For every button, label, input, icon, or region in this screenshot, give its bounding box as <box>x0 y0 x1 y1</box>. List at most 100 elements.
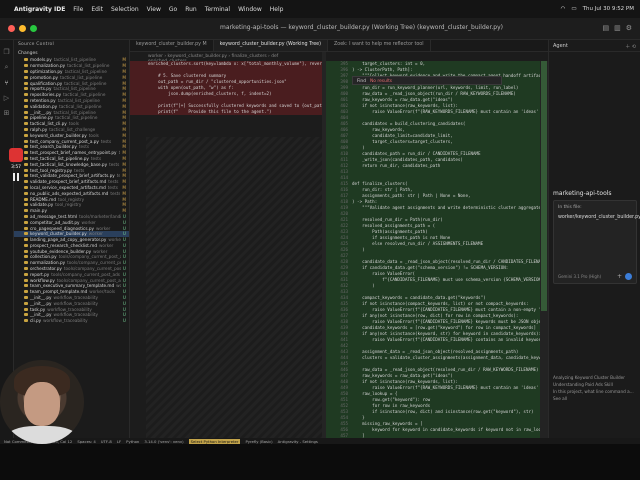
changed-file-item[interactable]: test_validate_prospect_brief_artifacts.p… <box>14 173 129 179</box>
changed-file-item[interactable]: local_service_expected_artifacts.md tests… <box>14 185 129 191</box>
changed-file-item[interactable]: test_tool_registry.py tests M <box>14 167 129 173</box>
minimize-window-button[interactable] <box>19 25 26 32</box>
changed-file-item[interactable]: team_prompt_template.md worker/tools U <box>14 289 129 295</box>
app-name-menu[interactable]: Antigravity IDE <box>14 6 65 13</box>
battery-icon[interactable]: ▭ <box>571 6 576 12</box>
python-interpreter-button[interactable]: Select Python Interpreter <box>188 438 241 444</box>
pause-recording-button[interactable] <box>11 173 21 183</box>
tab-chat-zoek[interactable]: Zoek: I want to help me reflector tool <box>328 40 431 51</box>
changed-file-item[interactable]: validate_prospect_brief_artifacts.md test… <box>14 179 129 185</box>
changed-file-item[interactable]: ralph.py tactical_list_challenge M <box>14 127 129 133</box>
changed-file-item[interactable]: report.py tools/company_current_post_ads U <box>14 271 129 277</box>
menu-go[interactable]: Go <box>169 6 177 13</box>
close-window-button[interactable] <box>8 25 15 32</box>
changed-file-item[interactable]: __init__.py workflow_traceability U <box>14 295 129 301</box>
send-button[interactable] <box>625 273 632 280</box>
attach-icon[interactable]: + <box>617 273 622 280</box>
agent-input-card[interactable]: In this file: worker/keyword_cluster_bui… <box>553 200 640 284</box>
menu-selection[interactable]: Selection <box>111 6 139 13</box>
status-item[interactable]: LF <box>117 439 121 444</box>
changed-file-item[interactable]: workflow.py tools/company_current_post_ad… <box>14 277 129 283</box>
status-item[interactable]: Spaces: 4 <box>77 439 95 444</box>
status-item-right[interactable]: Antigravity - Settings <box>278 439 318 444</box>
explorer-icon[interactable]: ❐ <box>3 48 9 56</box>
status-item[interactable]: UTF-8 <box>101 439 112 444</box>
stop-recording-button[interactable] <box>9 148 23 162</box>
changed-file-item[interactable]: cro_pagespeed_diagnostics.py worker U <box>14 225 129 231</box>
changed-file-item[interactable]: test_tactical_list_pipeline.py tests M <box>14 156 129 162</box>
wifi-icon[interactable]: ◠ <box>561 6 566 12</box>
changed-file-item[interactable]: reports.py tactical_list_pipeline M <box>14 86 129 92</box>
new-chat-icon[interactable]: ＋ <box>625 44 630 50</box>
changed-file-item[interactable]: tactical_list_cli.py tools M <box>14 121 129 127</box>
agent-history-item[interactable]: Understanding Paid Ads Skill <box>553 382 637 389</box>
changed-file-item[interactable]: team_executive_summary_template.mdworker… <box>14 283 129 289</box>
run-debug-icon[interactable]: ▷ <box>4 94 9 102</box>
status-item-right[interactable]: Pyrefly (Basic) <box>245 439 272 444</box>
changed-file-item[interactable]: pipeline.py tactical_list_pipeline M <box>14 115 129 121</box>
search-icon[interactable]: ⌕ <box>5 63 9 72</box>
history-icon[interactable]: ⟲ <box>632 44 636 50</box>
layout-icon[interactable]: ▤ <box>602 24 609 32</box>
changed-file-item[interactable]: qualification.py tactical_list_pipeline M <box>14 80 129 86</box>
changed-file-item[interactable]: task.py workflow_traceability U <box>14 306 129 312</box>
tab-keyword-cluster-builder[interactable]: keyword_cluster_builder.py M <box>130 40 214 51</box>
changed-file-item[interactable]: youtube_evidence_builder.py worker U <box>14 248 129 254</box>
changed-file-item[interactable]: ad_message_test.htmltools/marketer/landi… <box>14 214 129 220</box>
changed-file-item[interactable]: optimization.py tactical_list_pipeline M <box>14 69 129 75</box>
find-widget[interactable]: Find No results <box>352 76 502 85</box>
panel-toggle-icon[interactable]: ▥ <box>614 24 621 32</box>
agent-history-item[interactable]: See all <box>553 396 637 403</box>
changed-file-item[interactable]: models.py tactical_list_pipeline M <box>14 57 129 63</box>
changed-file-item[interactable]: README.md tool_registry M <box>14 196 129 202</box>
changed-file-item[interactable]: keyword_cluster_builder.py tools M <box>14 132 129 138</box>
menu-edit[interactable]: Edit <box>91 6 103 13</box>
zoom-window-button[interactable] <box>30 25 37 32</box>
changed-file-item[interactable]: prospect_research_checklist.md worker U <box>14 243 129 249</box>
breadcrumb[interactable]: worker › keyword_cluster_builder.py › fi… <box>130 52 330 64</box>
status-item[interactable]: Python <box>126 439 139 444</box>
menu-window[interactable]: Window <box>238 6 262 13</box>
changed-file-item[interactable]: orchestrator.pytools/company_current_pos… <box>14 266 129 272</box>
changed-file-item[interactable]: keyword_cluster_builder.py worker U <box>14 230 129 237</box>
changed-file-item[interactable]: promotion.py tactical_list_pipeline M <box>14 74 129 80</box>
changed-file-item[interactable]: test_search_builder.py tests M <box>14 144 129 150</box>
model-selector[interactable]: Gemini 3.1 Pro (High) <box>558 274 601 279</box>
scrollbar-thumb[interactable] <box>541 61 547 311</box>
changed-file-item[interactable]: __init__.py tactical_list_pipeline M <box>14 109 129 115</box>
changed-file-item[interactable]: repositories.py tactical_list_pipeline M <box>14 92 129 98</box>
status-item[interactable]: 3.14.0 ('venv': venv) <box>144 439 183 444</box>
find-input[interactable]: Find <box>357 79 366 84</box>
changed-file-item[interactable]: validation.py tactical_list_pipeline M <box>14 103 129 109</box>
changed-file-item[interactable]: test_prospect_brief_names_entrypoint.pyt… <box>14 150 129 156</box>
changes-section-header[interactable]: Changes <box>14 50 129 57</box>
changed-file-item[interactable]: __init__.py workflow_traceability U <box>14 300 129 306</box>
changed-file-item[interactable]: normalization.py tactical_list_pipeline M <box>14 63 129 69</box>
changed-file-item[interactable]: landing_page_ad_copy_generator.pyworkerU <box>14 237 129 243</box>
changed-file-item[interactable]: validate.py tool_registry M <box>14 202 129 208</box>
changed-file-item[interactable]: __init__.py workflow_traceability U <box>14 312 129 318</box>
changed-file-item[interactable]: retention.py tactical_list_pipeline M <box>14 98 129 104</box>
changed-file-item[interactable]: test_company_current_post_a.py tests M <box>14 138 129 144</box>
menu-file[interactable]: File <box>73 6 83 13</box>
settings-icon[interactable]: ⚙ <box>626 24 632 32</box>
diff-scrollbar[interactable] <box>540 61 548 438</box>
changed-file-item[interactable]: cli.py workflow_traceability U <box>14 318 129 324</box>
changed-file-item[interactable]: normalization.pytools/company_current_po… <box>14 260 129 266</box>
changed-file-item[interactable]: collection.py tools/company_current_post_… <box>14 254 129 260</box>
menu-terminal[interactable]: Terminal <box>205 6 230 13</box>
changed-file-item[interactable]: test_tactical_list_knowledge_base.py test… <box>14 161 129 167</box>
changed-file-item[interactable]: competitor_ad_audit.py worker U <box>14 219 129 225</box>
diff-original-pane[interactable]: enriched_clusters.sort(key=lambda x: x["… <box>130 61 322 438</box>
extensions-icon[interactable]: ⊞ <box>4 109 10 117</box>
agent-history-item[interactable]: In this project, what line command a... <box>553 389 637 396</box>
changed-file-item[interactable]: no_public_ads_expected_artifacts.md tests… <box>14 190 129 196</box>
datetime[interactable]: Thu Jul 30 9:52 PM <box>583 6 634 12</box>
agent-context-file[interactable]: worker/keyword_cluster_builder.py <box>558 215 640 220</box>
tab-working-tree-diff[interactable]: keyword_cluster_builder.py (Working Tree… <box>213 40 328 51</box>
agent-history-item[interactable]: Analyzing Keyword Cluster Builder <box>553 375 637 382</box>
diff-modified-pane[interactable]: 395 target_clusters: int = 0, 396) -> Clu… <box>326 61 548 438</box>
menu-help[interactable]: Help <box>270 6 284 13</box>
source-control-icon[interactable]: ⑂ <box>4 79 8 87</box>
menu-run[interactable]: Run <box>185 6 197 13</box>
